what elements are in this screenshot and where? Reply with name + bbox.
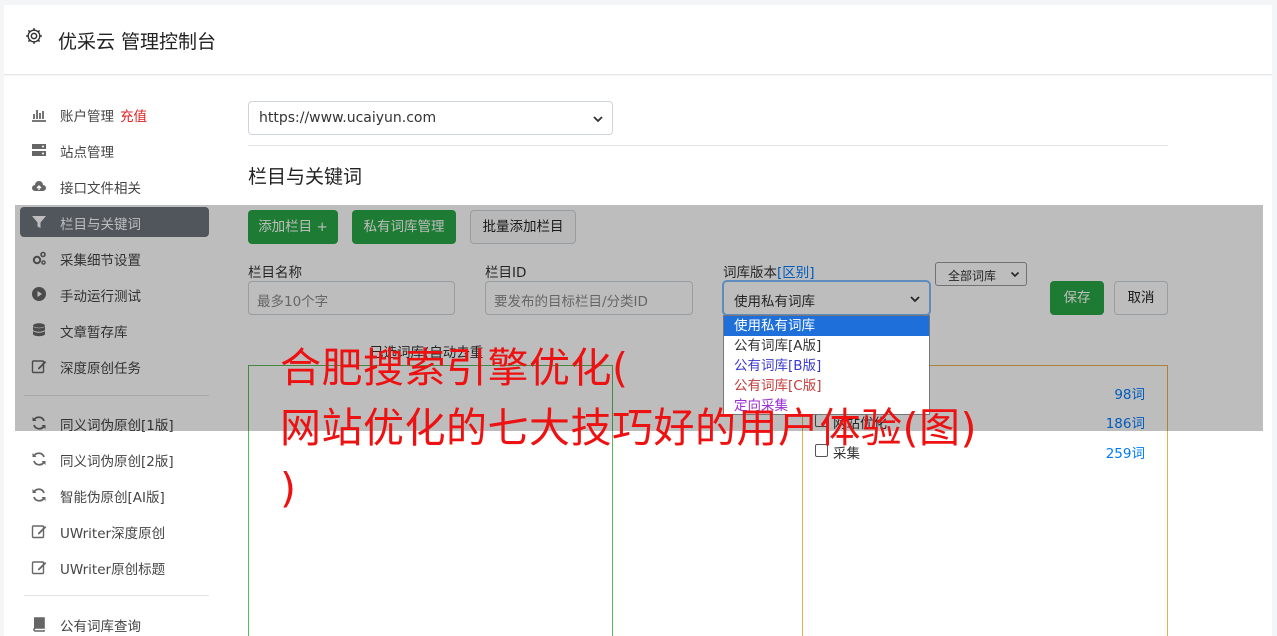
- sidebar-item-uwriter-title[interactable]: UWriter原创标题: [20, 552, 209, 582]
- cloud-upload-icon: [32, 181, 46, 191]
- refresh-icon: [32, 488, 46, 502]
- sidebar-item-synonym-v2[interactable]: 同义词伪原创[2版]: [20, 444, 209, 474]
- sidebar-item-uwriter-deep[interactable]: UWriter深度原创: [20, 516, 209, 546]
- section-title: 栏目与关键词: [248, 166, 363, 188]
- app-title: 优采云 管理控制台: [58, 31, 217, 53]
- chevron-down-icon: [593, 116, 603, 123]
- sidebar-item-label: 接口文件相关: [60, 181, 141, 197]
- sidebar-item-ai-rewrite[interactable]: 智能伪原创[AI版]: [20, 480, 209, 510]
- sidebar-item-label: 公有词库查询: [60, 619, 141, 635]
- sidebar-divider: [24, 595, 209, 596]
- headline-line: 网站优化的七大技巧好的用户体验(图): [280, 404, 977, 452]
- edit-icon: [31, 525, 47, 539]
- sidebar-item-label: 同义词伪原创[2版]: [60, 454, 174, 470]
- recharge-link[interactable]: 充值: [120, 109, 147, 125]
- article-headline: 合肥搜索引擎优化( 网站优化的七大技巧好的用户体验(图) ): [280, 338, 1020, 518]
- server-icon: [32, 144, 46, 156]
- lib-count: 259词: [1105, 446, 1145, 462]
- sidebar-item-public-lib-query[interactable]: 公有词库查询: [20, 609, 209, 636]
- site-select[interactable]: https://www.ucaiyun.com: [248, 101, 613, 135]
- headline-line: ): [280, 464, 297, 512]
- book-icon: [33, 617, 45, 632]
- edit-icon: [31, 561, 47, 575]
- site-select-value: https://www.ucaiyun.com: [259, 110, 437, 126]
- bar-chart-icon: [32, 110, 46, 122]
- gear-icon: [26, 28, 42, 44]
- sidebar-item-sites[interactable]: 站点管理: [20, 135, 209, 165]
- headline-line: 合肥搜索引擎优化(: [280, 344, 629, 392]
- sidebar-item-interface[interactable]: 接口文件相关: [20, 171, 209, 201]
- sidebar-item-label: UWriter深度原创: [60, 526, 166, 542]
- sidebar-item-account[interactable]: 账户管理 充值: [20, 99, 209, 129]
- sidebar-item-label: 智能伪原创[AI版]: [60, 490, 165, 506]
- divider: [248, 145, 1168, 146]
- sidebar-item-label: 站点管理: [60, 145, 114, 161]
- top-header: 优采云 管理控制台: [4, 5, 1272, 75]
- sidebar-item-label: 账户管理: [60, 109, 114, 125]
- dropdown-option[interactable]: 使用私有词库: [724, 316, 929, 336]
- refresh-icon: [32, 452, 46, 466]
- sidebar-item-label: UWriter原创标题: [60, 562, 166, 578]
